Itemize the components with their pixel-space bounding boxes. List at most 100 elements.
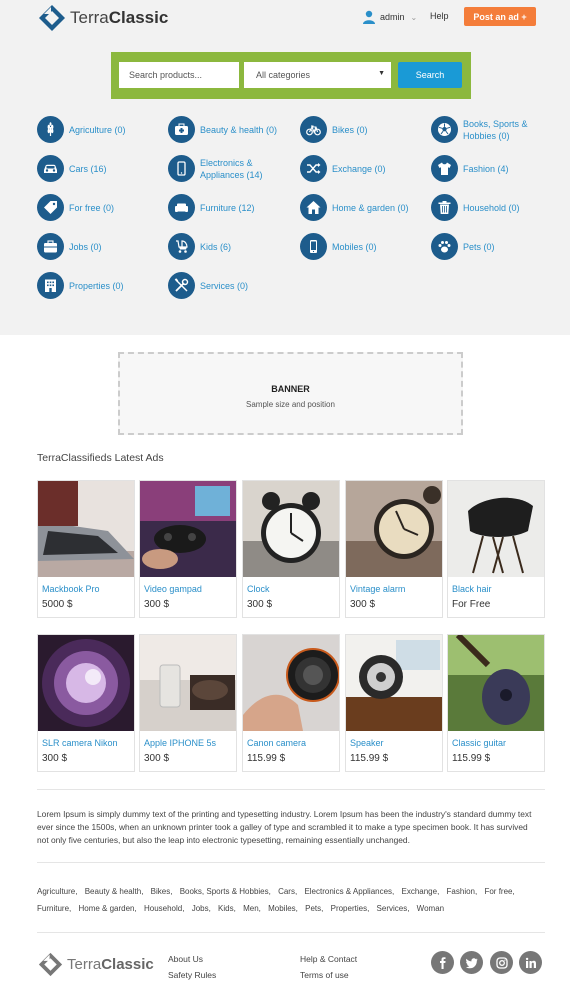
category-label: For free (0) xyxy=(69,202,115,213)
terms-link[interactable]: Terms of use xyxy=(300,970,349,980)
twitter-button[interactable] xyxy=(460,951,483,974)
ad-card[interactable]: Black hair For Free xyxy=(447,480,545,618)
ad-card[interactable]: Speaker 115.99 $ xyxy=(345,634,443,772)
category-tag-link[interactable]: Books, Sports & Hobbies, xyxy=(180,887,271,896)
bicycle-icon xyxy=(300,116,327,143)
category-link[interactable]: Kids (6) xyxy=(168,233,231,260)
ad-price: 5000 $ xyxy=(42,599,73,610)
chevron-down-icon: ⌄ xyxy=(410,12,418,22)
ad-card[interactable]: Classic guitar 115.99 $ xyxy=(447,634,545,772)
latest-ads-title: TerraClassifieds Latest Ads xyxy=(37,452,164,464)
ad-image[interactable] xyxy=(346,635,442,731)
about-us-link[interactable]: About Us xyxy=(168,954,203,964)
ad-title-link[interactable]: Canon camera xyxy=(247,738,339,748)
category-link[interactable]: Services (0) xyxy=(168,272,248,299)
ad-card[interactable]: Clock 300 $ xyxy=(242,480,340,618)
ad-card[interactable]: Apple IPHONE 5s 300 $ xyxy=(139,634,237,772)
search-button[interactable]: Search xyxy=(398,62,462,88)
category-tag-link[interactable]: Men, xyxy=(243,904,261,913)
category-tag-link[interactable]: Fashion, xyxy=(447,887,478,896)
category-label: Books, Sports & Hobbies (0) xyxy=(463,118,528,141)
category-tag-link[interactable]: For free, xyxy=(484,887,514,896)
category-link[interactable]: Exchange (0) xyxy=(300,155,386,182)
category-tag-link[interactable]: Beauty & health, xyxy=(85,887,144,896)
category-tag-link[interactable]: Exchange, xyxy=(402,887,440,896)
user-menu[interactable]: admin ⌄ xyxy=(362,10,417,24)
ad-price: 300 $ xyxy=(350,599,376,610)
category-link[interactable]: Household (0) xyxy=(431,194,520,221)
category-link[interactable]: Agriculture (0) xyxy=(37,116,126,143)
ad-card[interactable]: Canon camera 115.99 $ xyxy=(242,634,340,772)
category-link[interactable]: Fashion (4) xyxy=(431,155,509,182)
ad-title-link[interactable]: Mackbook Pro xyxy=(42,584,134,594)
ad-title-link[interactable]: Video gampad xyxy=(144,584,236,594)
ad-card[interactable]: Vintage alarm 300 $ xyxy=(345,480,443,618)
category-tag-link[interactable]: Services, xyxy=(377,904,410,913)
category-tag-link[interactable]: Properties, xyxy=(331,904,370,913)
ad-image[interactable] xyxy=(243,481,339,577)
ad-image[interactable] xyxy=(448,635,544,731)
category-tag-link[interactable]: Kids, xyxy=(218,904,236,913)
category-tag-link[interactable]: Furniture, xyxy=(37,904,71,913)
category-link[interactable]: Books, Sports & Hobbies (0) xyxy=(431,116,545,143)
safety-rules-link[interactable]: Safety Rules xyxy=(168,970,216,980)
ad-card[interactable]: Video gampad 300 $ xyxy=(139,480,237,618)
category-link[interactable]: For free (0) xyxy=(37,194,114,221)
ad-image[interactable] xyxy=(38,481,134,577)
ad-image[interactable] xyxy=(243,635,339,731)
ad-title-link[interactable]: Apple IPHONE 5s xyxy=(144,738,236,748)
category-link[interactable]: Beauty & health (0) xyxy=(168,116,277,143)
category-tag-link[interactable]: Home & garden, xyxy=(78,904,136,913)
ad-image[interactable] xyxy=(346,481,442,577)
instagram-button[interactable] xyxy=(490,951,513,974)
category-link[interactable]: Jobs (0) xyxy=(37,233,102,260)
ad-image[interactable] xyxy=(448,481,544,577)
ad-title-link[interactable]: Vintage alarm xyxy=(350,584,442,594)
category-link[interactable]: Properties (0) xyxy=(37,272,124,299)
ad-card[interactable]: Mackbook Pro 5000 $ xyxy=(37,480,135,618)
category-link[interactable]: Bikes (0) xyxy=(300,116,368,143)
category-tag-link[interactable]: Pets, xyxy=(305,904,323,913)
category-tag-link[interactable]: Bikes, xyxy=(151,887,173,896)
category-link[interactable]: Mobiles (0) xyxy=(300,233,377,260)
ad-image[interactable] xyxy=(140,635,236,731)
footer-logo[interactable]: TerraClassic xyxy=(38,952,154,977)
help-contact-link[interactable]: Help & Contact xyxy=(300,954,357,964)
category-tag-link[interactable]: Woman xyxy=(417,904,444,913)
ad-image[interactable] xyxy=(38,635,134,731)
ad-title-link[interactable]: Black hair xyxy=(452,584,544,594)
facebook-button[interactable] xyxy=(431,951,454,974)
category-tag-link[interactable]: Household, xyxy=(144,904,184,913)
category-link[interactable]: Cars (16) xyxy=(37,155,107,182)
divider xyxy=(37,862,545,863)
category-select[interactable]: All categories ▼ xyxy=(244,62,391,88)
tshirt-icon xyxy=(431,155,458,182)
ad-card[interactable]: SLR camera Nikon 300 $ xyxy=(37,634,135,772)
ad-image[interactable] xyxy=(140,481,236,577)
ad-title-link[interactable]: Clock xyxy=(247,584,339,594)
category-link[interactable]: Pets (0) xyxy=(431,233,495,260)
car-icon xyxy=(37,155,64,182)
category-label: Bikes (0) xyxy=(332,124,368,135)
ad-title-link[interactable]: Classic guitar xyxy=(452,738,544,748)
ad-price: 115.99 $ xyxy=(350,753,389,764)
instagram-icon xyxy=(495,956,508,969)
category-tag-link[interactable]: Mobiles, xyxy=(268,904,298,913)
category-tag-link[interactable]: Jobs, xyxy=(192,904,211,913)
ad-title-link[interactable]: Speaker xyxy=(350,738,442,748)
user-name: admin xyxy=(380,12,405,22)
search-bar: All categories ▼ Search xyxy=(111,52,471,99)
help-link[interactable]: Help xyxy=(430,11,449,21)
category-tag-link[interactable]: Agriculture, xyxy=(37,887,77,896)
category-label: Kids (6) xyxy=(200,241,232,252)
post-ad-button[interactable]: Post an ad + xyxy=(464,7,536,26)
ad-title-link[interactable]: SLR camera Nikon xyxy=(42,738,134,748)
category-link[interactable]: Furniture (12) xyxy=(168,194,255,221)
category-tag-link[interactable]: Cars, xyxy=(278,887,297,896)
logo[interactable]: TerraClassic xyxy=(38,4,168,32)
category-link[interactable]: Home & garden (0) xyxy=(300,194,409,221)
search-input[interactable] xyxy=(119,62,239,88)
category-tag-link[interactable]: Electronics & Appliances, xyxy=(304,887,394,896)
linkedin-button[interactable] xyxy=(519,951,542,974)
category-link[interactable]: Electronics & Appliances (14) xyxy=(168,155,282,182)
